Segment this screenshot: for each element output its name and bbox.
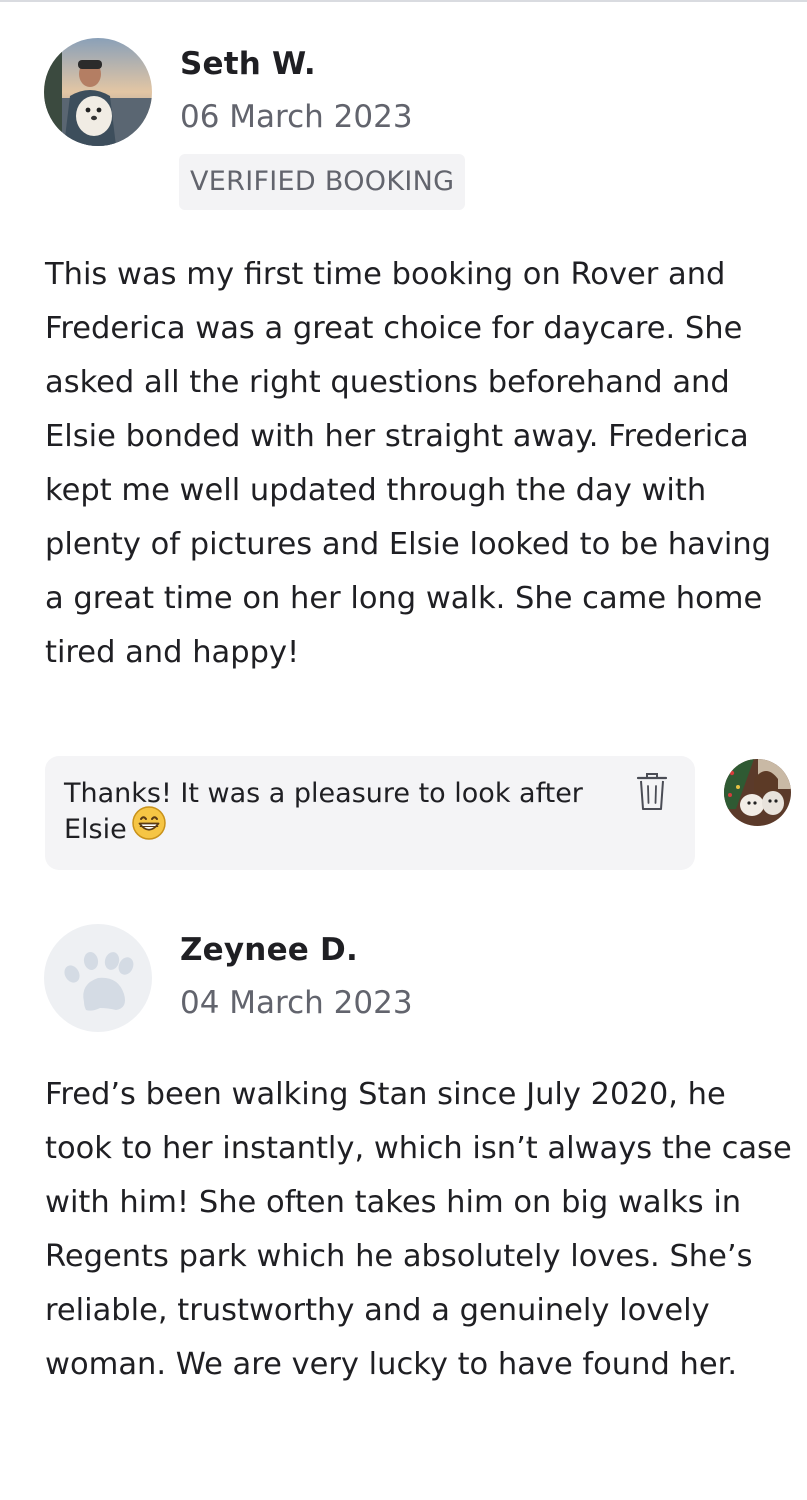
reviewer-name: Zeynee D.: [180, 932, 358, 968]
verified-booking-badge: VERIFIED BOOKING: [179, 154, 466, 210]
sitter-reply: Thanks! It was a pleasure to look after …: [45, 756, 695, 870]
grinning-face-emoji-icon: [131, 805, 167, 850]
reviewer-name: Seth W.: [180, 46, 316, 82]
paw-icon: [64, 952, 134, 1011]
reviewer-avatar[interactable]: [44, 38, 152, 146]
review-text: Fred’s been walking Stan since July 2020…: [45, 1077, 792, 1382]
top-divider: [0, 0, 807, 2]
reviewer-photo-dog-icon: [44, 38, 152, 146]
trash-icon[interactable]: [635, 772, 669, 812]
review-text: This was my first time booking on Rover …: [45, 257, 772, 670]
review-date: 04 March 2023: [180, 985, 413, 1021]
sitter-avatar[interactable]: [724, 759, 791, 826]
reviewer-avatar[interactable]: [44, 924, 152, 1032]
sitter-photo-dogs-icon: [724, 759, 791, 826]
review-date: 06 March 2023: [180, 99, 413, 135]
reply-text-container: Thanks! It was a pleasure to look after …: [64, 776, 612, 850]
